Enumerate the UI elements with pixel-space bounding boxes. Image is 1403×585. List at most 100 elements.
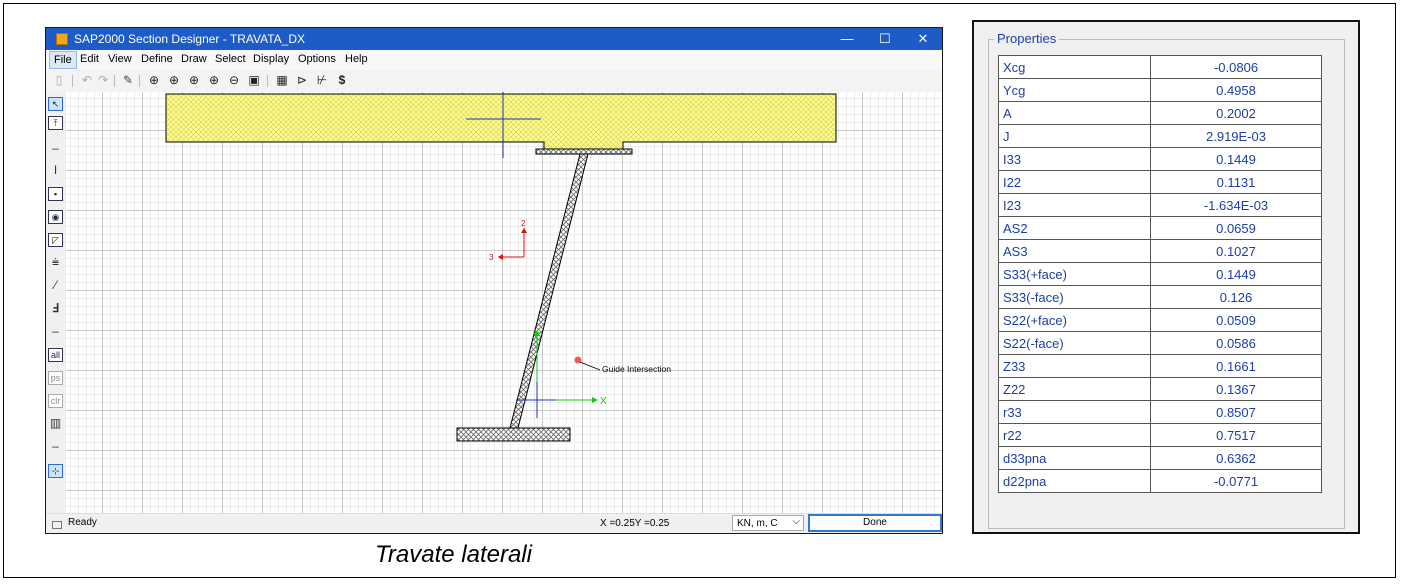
window-title: SAP2000 Section Designer - TRAVATA_DX [74,32,305,46]
minimize-button[interactable]: — [828,28,866,50]
property-value: 0.1661 [1150,354,1322,378]
local-axes [498,228,527,260]
property-name: Ycg [998,78,1151,102]
property-value: 0.8507 [1150,400,1322,424]
menu-define[interactable]: Define [141,53,173,65]
property-name: r33 [998,400,1151,424]
pencil-icon[interactable]: ✎ [121,73,135,88]
zoom-window-icon[interactable]: ⊕ [147,73,161,88]
property-value: 0.126 [1150,285,1322,309]
close-button[interactable]: ✕ [904,28,942,50]
section-drawing: 2 3 Y X Guide Intersection [165,92,837,442]
draw-circle-icon[interactable]: ◉ [48,210,63,224]
section-canvas[interactable]: 2 3 Y X Guide Intersection [66,92,942,513]
menu-options[interactable]: Options [298,53,336,65]
snap-guide-icon[interactable]: ⊹ [48,464,63,478]
select-all-icon[interactable]: all [48,348,63,362]
local-axis-2-label: 2 [521,219,526,228]
property-value: -1.634E-03 [1150,193,1322,217]
global-x-label: X [600,396,607,407]
property-name: I33 [998,147,1151,171]
status-bar: Ready X =0.25Y =0.25 KN, m, C ⌵ Done [46,513,942,533]
toolbar-separator [267,75,268,87]
property-name: d33pna [998,446,1151,470]
property-row: J 2.919E-03 [998,124,1322,148]
figure-caption: Travate laterali [0,541,1403,569]
top-flange[interactable] [535,148,633,155]
status-text: Ready [68,517,97,528]
toolbar-separator [72,75,73,87]
property-value: 0.7517 [1150,423,1322,447]
toolbar-separator: – [52,439,59,453]
draw-i-section-icon[interactable]: I [48,164,63,178]
deck-slab[interactable] [165,93,837,150]
new-icon[interactable]: ▯ [52,73,66,88]
global-y-label: Y [533,331,540,342]
clear-select-icon[interactable]: clr [48,394,63,408]
refresh-icon[interactable]: ▣ [247,73,261,88]
property-row: AS2 0.0659 [998,216,1322,240]
property-row: Xcg -0.0806 [998,55,1322,79]
property-value: 0.4958 [1150,78,1322,102]
property-value: 0.1449 [1150,147,1322,171]
section-icon[interactable]: ▦ [275,73,289,88]
toolbar: ▯ ↶ ↷ ✎ ⊕ ⊕ ⊕ ⊕ ⊖ ▣ ▦ ⊳ ⊬ $ [46,70,942,93]
draw-rebar-icon[interactable]: ⩧ [48,256,63,270]
pointer-icon[interactable]: ↖ [48,97,63,111]
property-row: S33(-face) 0.126 [998,285,1322,309]
bottom-flange[interactable] [456,427,571,442]
draw-rectangle-icon[interactable]: ▪ [48,187,63,201]
draw-line-icon[interactable]: ⁄ [48,279,63,293]
property-value: 2.919E-03 [1150,124,1322,148]
property-value: 0.1449 [1150,262,1322,286]
property-row: AS3 0.1027 [998,239,1322,263]
pan-icon[interactable]: ⊖ [227,73,241,88]
property-name: r22 [998,423,1151,447]
property-name: I22 [998,170,1151,194]
property-name: Z33 [998,354,1151,378]
properties-title: Properties [994,31,1060,46]
axes-icon[interactable]: ⊬ [315,73,329,88]
property-row: S22(+face) 0.0509 [998,308,1322,332]
property-name: I23 [998,193,1151,217]
menu-bar: File Edit View Define Draw Select Displa… [46,50,942,70]
menu-edit[interactable]: Edit [80,53,99,65]
property-name: AS3 [998,239,1151,263]
menu-display[interactable]: Display [253,53,289,65]
property-name: d22pna [998,469,1151,493]
draw-shape-icon[interactable]: Ⅎ [48,302,63,316]
maximize-button[interactable]: ☐ [866,28,904,50]
grid-icon[interactable]: ▥ [48,417,63,431]
menu-view[interactable]: View [108,53,132,65]
menu-help[interactable]: Help [345,53,368,65]
redo-icon[interactable]: ↷ [96,73,110,88]
menu-select[interactable]: Select [215,53,246,65]
menu-file[interactable]: File [49,51,77,69]
property-name: S33(-face) [998,285,1151,309]
previous-select-icon[interactable]: ps [48,371,63,385]
property-row: Ycg 0.4958 [998,78,1322,102]
units-dropdown[interactable]: KN, m, C ⌵ [732,515,804,531]
guide-leader-line [579,361,601,371]
reshape-icon[interactable]: ⤒ [48,116,63,130]
dollar-icon[interactable]: $ [335,73,349,88]
inclined-web[interactable] [509,153,589,429]
property-name: Xcg [998,55,1151,79]
zoom-restore-icon[interactable]: ⊕ [167,73,181,88]
undo-icon[interactable]: ↶ [80,73,94,88]
property-row: d22pna -0.0771 [998,469,1322,493]
draw-polygon-icon[interactable]: ◸ [48,233,63,247]
zoom-in-icon[interactable]: ⊕ [187,73,201,88]
menu-draw[interactable]: Draw [181,53,207,65]
done-button[interactable]: Done [808,514,942,532]
properties-window: Properties Xcg -0.0806 Ycg 0.4958 A 0.2002 J 2.… [972,20,1360,534]
property-row: Z22 0.1367 [998,377,1322,401]
guide-intersection-label: Guide Intersection [602,364,671,374]
property-name: J [998,124,1151,148]
property-value: 0.1367 [1150,377,1322,401]
snap-icon[interactable]: ⊳ [295,73,309,88]
property-row: A 0.2002 [998,101,1322,125]
toolbar-separator [114,75,115,87]
zoom-out-icon[interactable]: ⊕ [207,73,221,88]
property-row: I33 0.1449 [998,147,1322,171]
